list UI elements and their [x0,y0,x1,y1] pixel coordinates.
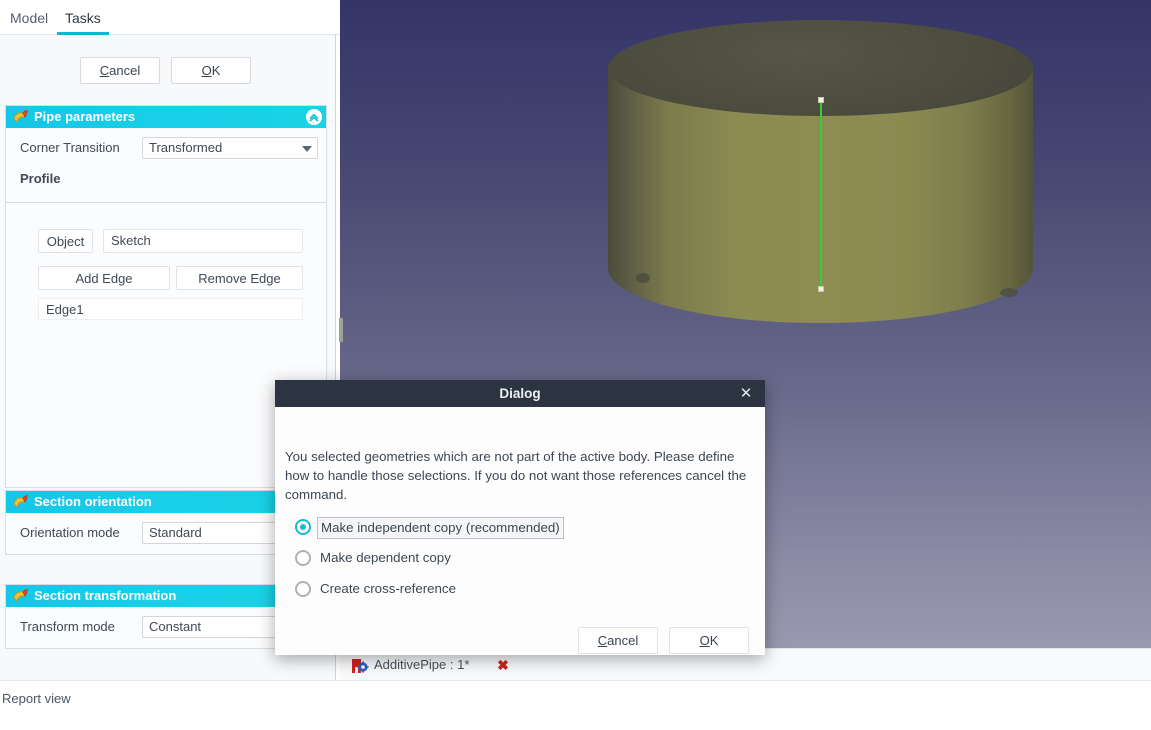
close-icon[interactable]: ✕ [733,380,759,407]
group-pipe-parameters: Pipe parameters Corner Transition Transf… [5,105,327,203]
orientation-mode-label: Orientation mode [20,525,120,540]
dialog-title: Dialog [499,386,541,401]
radio-indicator [295,550,311,566]
radio-indicator [295,581,311,597]
radio-indicator [295,519,311,535]
document-tab-additivepipe[interactable]: F AdditivePipe : 1* ✖ [348,651,509,679]
document-tab-label: AdditivePipe : 1* [374,657,470,672]
group-section-transformation-title: Section transformation [34,588,177,603]
edge-list[interactable]: Edge1 [38,298,303,320]
corner-transition-value: Transformed [149,140,223,155]
dialog-message: You selected geometries which are not pa… [285,449,747,502]
radio-label: Make dependent copy [320,550,451,565]
sweep-icon [12,494,29,510]
dialog-cancel-button[interactable]: Cancel [578,627,658,654]
orientation-mode-value: Standard [149,525,202,540]
object-button[interactable]: Object [38,229,93,253]
dialog-body: You selected geometries which are not pa… [275,407,765,655]
sweep-icon [12,588,29,604]
dialog-titlebar[interactable]: Dialog ✕ [275,380,765,407]
vertical-splitter-handle[interactable] [339,318,343,342]
edge-vertex-bottom[interactable] [818,286,824,292]
task-ok-button[interactable]: OK [171,57,251,84]
radio-label: Create cross-reference [320,581,456,596]
radio-label: Make independent copy (recommended) [317,517,564,539]
cylinder-shadow-left [636,273,650,283]
selected-edge-line[interactable] [820,100,822,290]
corner-transition-combo[interactable]: Transformed [142,137,318,159]
cylinder-shadow-right [1000,288,1018,297]
task-dialog-buttons: Cancel OK [0,57,336,93]
group-pipe-parameters-header[interactable]: Pipe parameters [6,106,326,128]
transform-mode-label: Transform mode [20,619,115,634]
chevron-up-icon[interactable] [306,109,322,125]
add-edge-button[interactable]: Add Edge [38,266,170,290]
dialog-ok-button[interactable]: OK [669,627,749,654]
report-view-label: Report view [2,691,71,706]
sweep-icon [12,109,29,125]
remove-edge-button[interactable]: Remove Edge [176,266,303,290]
tab-tasks[interactable]: Tasks [57,5,109,35]
close-icon[interactable]: ✖ [494,652,512,678]
statusbar: Report view Python console >>> App.activ… [0,680,1151,730]
tab-model[interactable]: Model [2,5,56,35]
profile-label: Profile [20,171,61,186]
edge-vertex-top[interactable] [818,97,824,103]
group-pipe-parameters-title: Pipe parameters [34,109,136,124]
transform-mode-value: Constant [149,619,202,634]
body-selection-dialog[interactable]: Dialog ✕ You selected geometries which a… [275,380,765,655]
profile-object-field[interactable]: Sketch [103,229,303,253]
panel-tabbar: Model Tasks [0,0,340,35]
freecad-document-icon: F [351,657,369,674]
corner-transition-label: Corner Transition [20,140,120,155]
list-item-edge1[interactable]: Edge1 [46,302,302,317]
task-cancel-button[interactable]: Cancel [80,57,160,84]
chevron-down-icon [302,146,312,152]
group-section-orientation-title: Section orientation [34,494,152,509]
